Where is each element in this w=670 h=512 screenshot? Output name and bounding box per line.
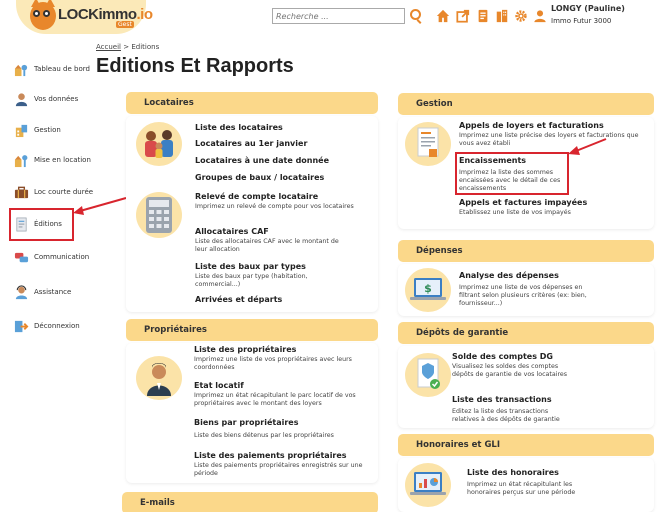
arrow-to-encaissements-icon bbox=[568, 138, 607, 155]
item-liste-locataires[interactable]: Liste des locataires bbox=[195, 123, 283, 132]
documents-icon[interactable] bbox=[476, 9, 490, 23]
sidebar-item-label: Communication bbox=[34, 253, 90, 261]
sidebar-item-deconnexion[interactable]: Déconnexion bbox=[14, 316, 119, 336]
rental-icon bbox=[14, 153, 29, 168]
item-locataires-1er-janvier[interactable]: Locataires au 1er janvier bbox=[195, 139, 307, 148]
item-factures-impayees[interactable]: Appels et factures impayées Etablissez u… bbox=[459, 198, 639, 217]
item-locataires-date-donnee[interactable]: Locataires à une date donnée bbox=[195, 156, 329, 165]
arrow-to-editions-icon bbox=[73, 197, 127, 215]
external-link-icon[interactable] bbox=[456, 9, 470, 23]
page-title: Editions Et Rapports bbox=[96, 55, 294, 77]
sidebar-item-label: Assistance bbox=[34, 288, 72, 296]
item-baux-par-types[interactable]: Liste des baux par types Liste des baux … bbox=[195, 262, 345, 289]
item-releve-compte[interactable]: Relevé de compte locataire Imprimez un r… bbox=[195, 192, 370, 211]
sidebar-item-label: Mise en location bbox=[34, 156, 91, 164]
guarantee-illustration-icon bbox=[405, 353, 451, 397]
item-etat-locatif[interactable]: Etat locatif Imprimez un état récapitula… bbox=[194, 381, 369, 408]
item-solde-comptes-dg[interactable]: Solde des comptes DG Visualisez les sold… bbox=[452, 352, 572, 379]
sidebar-item-label: Gestion bbox=[34, 126, 61, 134]
item-analyse-depenses[interactable]: Analyse des dépenses Imprimez une liste … bbox=[459, 271, 589, 308]
app-logo[interactable]: LOCKimmo.io bbox=[58, 6, 153, 23]
search-icon[interactable] bbox=[410, 9, 421, 20]
user-name[interactable]: LONGY (Pauline) bbox=[551, 4, 625, 13]
cat-logo-icon[interactable] bbox=[30, 0, 56, 30]
gear-icon[interactable] bbox=[514, 9, 528, 23]
user-account-icon[interactable] bbox=[533, 9, 547, 23]
encaissements-highlight-box bbox=[455, 152, 569, 195]
building-icon[interactable] bbox=[495, 9, 509, 23]
sidebar-item-label: Déconnexion bbox=[34, 322, 80, 330]
logo-subtitle: Gest bbox=[116, 21, 134, 28]
breadcrumb-home-link[interactable]: Accueil bbox=[96, 43, 121, 51]
section-header-gestion: Gestion bbox=[398, 93, 654, 115]
section-header-locataires: Locataires bbox=[126, 92, 378, 114]
invoice-illustration-icon bbox=[405, 122, 451, 166]
item-arrivees-departs[interactable]: Arrivées et départs bbox=[195, 295, 282, 304]
section-header-proprietaires: Propriétaires bbox=[126, 319, 378, 341]
logout-icon bbox=[14, 319, 29, 334]
sidebar-item-communication[interactable]: Communication bbox=[14, 247, 119, 267]
svg-text:$: $ bbox=[424, 282, 432, 295]
calculator-illustration-icon bbox=[136, 192, 182, 238]
dashboard-icon bbox=[14, 62, 29, 77]
item-liste-honoraires[interactable]: Liste des honoraires Imprimez un état ré… bbox=[467, 468, 597, 497]
suitcase-icon bbox=[14, 185, 29, 200]
section-header-depots: Dépôts de garantie bbox=[398, 322, 654, 344]
sidebar-item-label: Vos données bbox=[34, 95, 79, 103]
search-input[interactable] bbox=[272, 8, 405, 24]
item-allocataires-caf[interactable]: Allocataires CAF Liste des allocataires … bbox=[195, 227, 345, 254]
item-appels-loyers[interactable]: Appels de loyers et facturations Imprime… bbox=[459, 121, 639, 148]
section-header-emails: E-mails bbox=[122, 492, 378, 512]
chat-icon bbox=[14, 250, 29, 265]
item-paiements-proprietaires[interactable]: Liste des paiements propriétaires Liste … bbox=[194, 451, 374, 478]
breadcrumb: Accueil > Editions bbox=[96, 43, 159, 51]
sidebar-item-gestion[interactable]: Gestion bbox=[14, 120, 119, 140]
sidebar-item-vos-donnees[interactable]: Vos données bbox=[14, 89, 119, 109]
laptop-expenses-illustration-icon: $ bbox=[405, 268, 451, 312]
sidebar-item-label: Tableau de bord bbox=[34, 65, 90, 73]
family-illustration-icon bbox=[136, 122, 182, 166]
top-header: LOCKimmo.io Gest LONGY (Pauline) Immo Fu… bbox=[0, 0, 670, 36]
item-groupes-baux[interactable]: Groupes de baux / locataires bbox=[195, 173, 324, 182]
sidebar-item-assistance[interactable]: Assistance bbox=[14, 282, 119, 302]
fees-chart-illustration-icon bbox=[405, 463, 451, 507]
user-company: Immo Futur 3000 bbox=[551, 17, 612, 25]
home-icon[interactable] bbox=[436, 9, 450, 23]
user-icon bbox=[14, 92, 29, 107]
sidebar-highlight-box bbox=[9, 208, 74, 241]
support-icon bbox=[14, 284, 29, 300]
section-header-depenses: Dépenses bbox=[398, 240, 654, 262]
item-liste-proprietaires[interactable]: Liste des propriétaires Imprimez une lis… bbox=[194, 345, 369, 372]
item-liste-transactions[interactable]: Liste des transactions Editez la liste d… bbox=[452, 395, 572, 424]
sidebar-item-mise-en-location[interactable]: Mise en location bbox=[14, 150, 119, 170]
item-biens-par-proprietaires[interactable]: Biens par propriétaires Liste des biens … bbox=[194, 418, 369, 440]
section-header-honoraires: Honoraires et GLI bbox=[398, 434, 654, 456]
management-icon bbox=[14, 123, 29, 138]
breadcrumb-separator: > bbox=[123, 43, 130, 51]
sidebar-item-label: Loc courte durée bbox=[34, 188, 94, 196]
owner-illustration-icon bbox=[136, 356, 182, 400]
breadcrumb-current: Editions bbox=[131, 43, 160, 51]
